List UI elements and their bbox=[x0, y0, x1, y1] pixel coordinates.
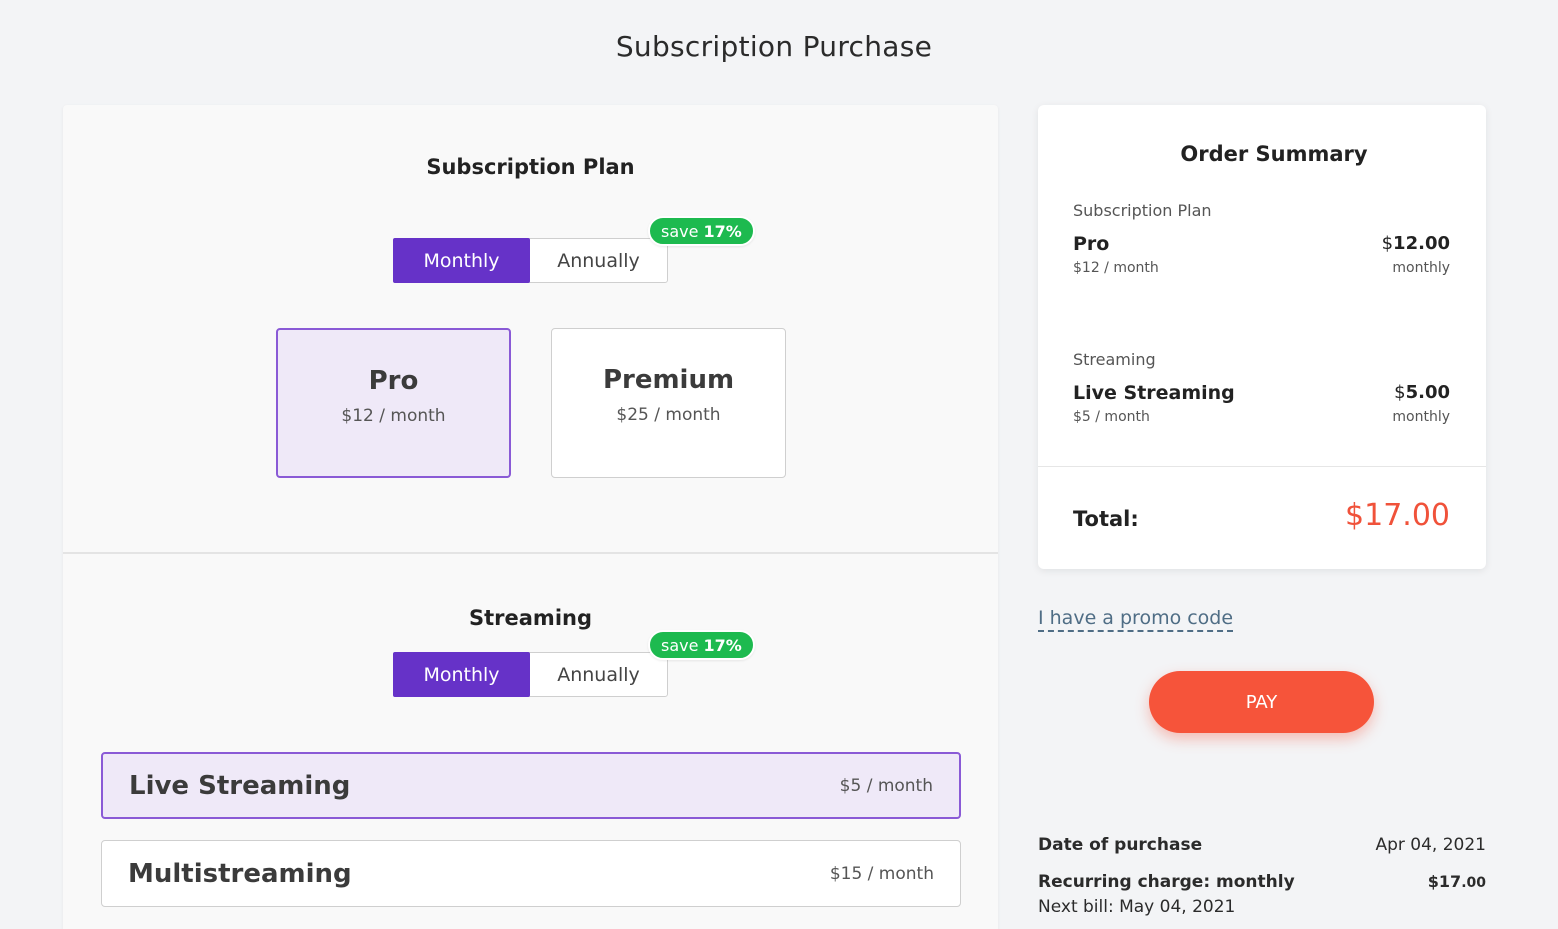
plan-name: Pro bbox=[368, 366, 419, 396]
summary-category: Subscription Plan bbox=[1073, 201, 1212, 220]
streaming-monthly-option[interactable]: Monthly bbox=[393, 652, 530, 697]
save-badge-value: 17% bbox=[703, 635, 742, 655]
streaming-option-live[interactable]: Live Streaming $5 / month bbox=[101, 752, 961, 819]
order-summary-title: Order Summary bbox=[1180, 142, 1368, 166]
summary-item-amount: $5.00 bbox=[1394, 382, 1450, 403]
date-of-purchase-value: Apr 04, 2021 bbox=[1375, 835, 1486, 855]
recurring-charge-amount: $17.00 bbox=[1428, 872, 1486, 891]
streaming-option-price: $15 / month bbox=[829, 863, 934, 884]
promo-code-link[interactable]: I have a promo code bbox=[1038, 607, 1234, 632]
summary-item-amount: $12.00 bbox=[1382, 233, 1450, 254]
plan-price: $12 / month bbox=[341, 406, 446, 426]
streaming-title: Streaming bbox=[469, 606, 592, 630]
amount-cents: .00 bbox=[1418, 382, 1450, 403]
streaming-option-multi[interactable]: Multistreaming $15 / month bbox=[101, 840, 961, 907]
amount-symbol: $ bbox=[1381, 233, 1394, 254]
recurring-amount-main: $17 bbox=[1427, 872, 1462, 891]
save-badge-prefix: save bbox=[661, 635, 699, 655]
streaming-save-badge: save 17% bbox=[648, 630, 755, 660]
streaming-option-price: $5 / month bbox=[839, 775, 933, 796]
save-badge-value: 17% bbox=[703, 221, 742, 241]
summary-category: Streaming bbox=[1073, 350, 1156, 369]
amount-main: 5 bbox=[1405, 382, 1419, 403]
subscription-annually-option[interactable]: Annually bbox=[530, 239, 667, 282]
subscription-plan-title: Subscription Plan bbox=[426, 155, 635, 179]
streaming-annually-option[interactable]: Annually bbox=[530, 653, 667, 696]
plan-selection-card: Subscription Plan Monthly Annually save … bbox=[63, 105, 998, 929]
summary-item-name: Pro bbox=[1073, 233, 1110, 255]
streaming-option-name: Multistreaming bbox=[128, 858, 352, 889]
recurring-charge-label: Recurring charge: monthly bbox=[1038, 872, 1295, 892]
date-of-purchase-label: Date of purchase bbox=[1038, 835, 1203, 855]
page-title: Subscription Purchase bbox=[615, 30, 933, 63]
summary-item-frequency: monthly bbox=[1392, 409, 1450, 425]
plan-price: $25 / month bbox=[616, 405, 721, 425]
plan-card-premium[interactable]: Premium $25 / month bbox=[551, 328, 786, 478]
next-bill-date: Next bill: May 04, 2021 bbox=[1038, 897, 1236, 917]
plan-card-pro[interactable]: Pro $12 / month bbox=[276, 328, 511, 478]
pay-button[interactable]: PAY bbox=[1149, 671, 1374, 733]
amount-symbol: $ bbox=[1394, 382, 1406, 403]
save-badge-prefix: save bbox=[661, 221, 699, 241]
summary-item-name: Live Streaming bbox=[1073, 382, 1235, 404]
subscription-save-badge: save 17% bbox=[648, 216, 755, 246]
total-amount: $17.00 bbox=[1345, 498, 1450, 533]
total-label: Total: bbox=[1073, 507, 1139, 531]
section-divider bbox=[63, 552, 998, 554]
order-summary-card: Order Summary Subscription Plan Pro $12 … bbox=[1038, 105, 1486, 569]
recurring-amount-cents: .00 bbox=[1461, 875, 1486, 891]
summary-item-sub: $12 / month bbox=[1073, 260, 1159, 276]
amount-cents: .00 bbox=[1418, 233, 1450, 254]
summary-item-sub: $5 / month bbox=[1073, 409, 1150, 425]
plan-name: Premium bbox=[602, 365, 735, 395]
summary-divider bbox=[1038, 466, 1486, 467]
summary-item-frequency: monthly bbox=[1392, 260, 1450, 276]
amount-main: 12 bbox=[1393, 233, 1419, 254]
subscription-billing-toggle: Monthly Annually bbox=[393, 238, 668, 283]
subscription-monthly-option[interactable]: Monthly bbox=[393, 238, 530, 283]
streaming-billing-toggle: Monthly Annually bbox=[393, 652, 668, 697]
streaming-option-name: Live Streaming bbox=[129, 770, 351, 801]
